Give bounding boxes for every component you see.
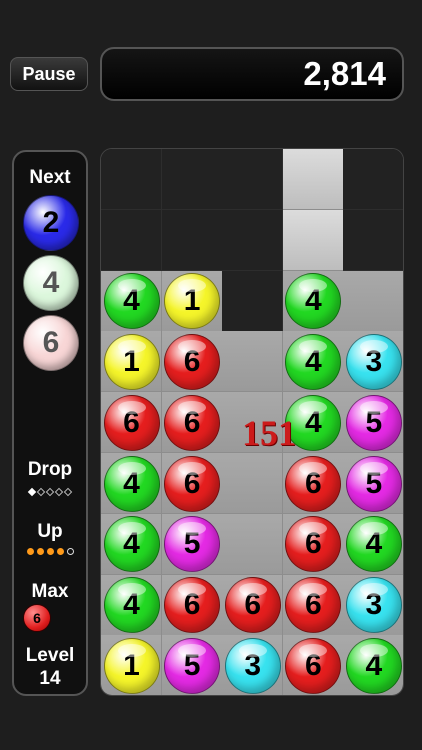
progress-dot	[27, 487, 37, 497]
next-ball-2: 4	[23, 255, 79, 311]
board-cell[interactable]	[222, 453, 284, 514]
board-ball[interactable]: 6	[224, 577, 281, 634]
progress-dot	[36, 548, 44, 555]
board-ball[interactable]: 4	[285, 333, 342, 390]
board-ball[interactable]: 5	[164, 637, 221, 694]
progress-dot	[36, 487, 46, 497]
board-ball[interactable]: 1	[164, 273, 221, 330]
board-cell[interactable]	[161, 149, 223, 210]
board-cell[interactable]	[222, 331, 284, 393]
board-ball[interactable]: 5	[164, 516, 221, 573]
drop-label: Drop	[27, 459, 73, 480]
board-ball[interactable]: 6	[285, 577, 342, 634]
board-ball[interactable]: 3	[345, 333, 402, 390]
board-ball[interactable]: 6	[164, 394, 221, 451]
score-display: 2,814	[100, 47, 404, 101]
next-ball-1: 2	[23, 195, 79, 251]
board-cell[interactable]	[222, 149, 284, 210]
board-ball[interactable]: 6	[164, 577, 221, 634]
board-cell[interactable]	[101, 209, 162, 271]
max-ball: 6	[23, 604, 51, 632]
next-label: Next	[29, 167, 71, 188]
level-label: Level	[25, 645, 75, 666]
progress-dot	[26, 548, 34, 555]
board-ball[interactable]: 3	[345, 577, 402, 634]
board-ball[interactable]: 4	[103, 577, 160, 634]
board-ball[interactable]: 1	[103, 333, 160, 390]
board-cell[interactable]	[222, 209, 284, 271]
board-ball[interactable]: 5	[345, 455, 402, 512]
board-ball[interactable]: 4	[285, 273, 342, 330]
board-ball[interactable]: 6	[285, 637, 342, 694]
score-popup: 151	[242, 413, 296, 453]
progress-dot	[63, 487, 73, 497]
board-ball[interactable]: 4	[345, 516, 402, 573]
progress-dot	[54, 487, 64, 497]
pause-button[interactable]: Pause	[10, 57, 88, 91]
board-ball[interactable]: 6	[103, 394, 160, 451]
board-cell[interactable]	[222, 270, 284, 332]
score-value: 2,814	[303, 55, 386, 92]
board-ball[interactable]: 6	[164, 455, 221, 512]
board-cell[interactable]	[161, 209, 223, 271]
board-ball[interactable]: 6	[164, 333, 221, 390]
progress-dot	[46, 548, 54, 555]
board-ball[interactable]: 1	[103, 637, 160, 694]
drop-progress-indicator	[14, 487, 86, 497]
board-cell[interactable]	[282, 149, 344, 210]
board-cell[interactable]	[101, 149, 162, 210]
max-label: Max	[31, 581, 69, 602]
level-value: 14	[39, 668, 61, 689]
board-ball[interactable]: 5	[345, 394, 402, 451]
progress-dot	[66, 548, 74, 555]
board-cell[interactable]	[222, 513, 284, 575]
up-label: Up	[37, 521, 63, 542]
progress-dot	[45, 487, 55, 497]
board-cell[interactable]	[343, 149, 403, 210]
next-ball-3: 6	[23, 315, 79, 371]
board-cell[interactable]	[343, 270, 403, 332]
board-cell[interactable]	[282, 209, 344, 271]
board-ball[interactable]: 4	[345, 637, 402, 694]
up-progress-indicator	[14, 548, 86, 555]
progress-dot	[56, 548, 64, 555]
board-ball[interactable]: 4	[103, 455, 160, 512]
board-cell[interactable]	[343, 209, 403, 271]
board-ball[interactable]: 6	[285, 455, 342, 512]
board-ball[interactable]: 4	[103, 516, 160, 573]
board-ball[interactable]: 3	[224, 637, 281, 694]
board-ball[interactable]: 4	[103, 273, 160, 330]
